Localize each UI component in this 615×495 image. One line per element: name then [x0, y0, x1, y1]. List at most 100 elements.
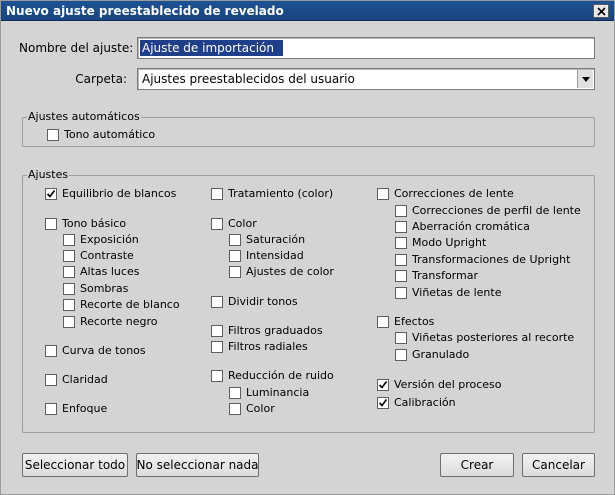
checkbox-setting[interactable]: Reducción de ruido [211, 369, 334, 383]
checkbox-box[interactable] [377, 188, 389, 200]
cancel-button[interactable]: Cancelar [522, 453, 595, 477]
checkbox-setting[interactable]: Intensidad [229, 249, 304, 263]
checkbox-box[interactable] [395, 287, 407, 299]
checkbox-setting[interactable]: Altas luces [63, 265, 139, 279]
checkbox-box[interactable] [211, 341, 223, 353]
checkbox-setting[interactable]: Recorte negro [63, 315, 158, 329]
checkbox-setting[interactable]: Saturación [229, 233, 305, 247]
checkbox-box[interactable] [229, 387, 241, 399]
checkbox-setting[interactable]: Sombras [63, 282, 128, 296]
checkbox-setting[interactable]: Contraste [63, 249, 134, 263]
checkbox-box[interactable] [63, 250, 75, 262]
checkbox-box[interactable] [45, 374, 57, 386]
folder-select[interactable]: Ajustes preestablecidos del usuario [137, 68, 595, 90]
checkbox-box[interactable] [395, 270, 407, 282]
checkbox-setting[interactable]: Viñetas posteriores al recorte [395, 331, 574, 345]
checkbox-box[interactable] [63, 299, 75, 311]
checkbox-box[interactable] [229, 234, 241, 246]
checkbox-box[interactable] [211, 218, 223, 230]
dialog-title: Nuevo ajuste preestablecido de revelado [6, 4, 284, 18]
checkbox-box[interactable] [45, 218, 57, 230]
checkbox-setting[interactable]: Tratamiento (color) [211, 187, 333, 201]
folder-dropdown-button[interactable] [577, 70, 593, 88]
checkbox-label: Recorte negro [80, 315, 158, 328]
checkbox-setting[interactable]: Versión del proceso [377, 378, 502, 392]
checkbox-box[interactable] [47, 129, 59, 141]
checkbox-box[interactable] [45, 345, 57, 357]
checkbox-box[interactable] [45, 188, 57, 200]
checkbox-box[interactable] [395, 349, 407, 361]
checkbox-setting[interactable]: Color [211, 217, 257, 231]
checkbox-box[interactable] [63, 234, 75, 246]
checkbox-label: Aberración cromática [412, 220, 530, 233]
checkbox-setting[interactable]: Ajustes de color [229, 265, 334, 279]
checkbox-setting[interactable]: Luminancia [229, 386, 309, 400]
checkbox-setting[interactable]: Curva de tonos [45, 344, 146, 358]
checkbox-label: Saturación [246, 233, 306, 246]
checkbox-setting[interactable]: Filtros radiales [211, 340, 308, 354]
checkbox-setting[interactable]: Viñetas de lente [395, 286, 501, 300]
checkbox-box[interactable] [229, 250, 241, 262]
checkbox-setting[interactable]: Transformaciones de Upright [395, 253, 570, 267]
close-button[interactable] [593, 4, 609, 18]
checkbox-setting[interactable]: Modo Upright [395, 236, 486, 250]
checkbox-label: Recorte de blanco [80, 298, 180, 311]
checkbox-setting[interactable]: Enfoque [45, 402, 107, 416]
checkbox-label: Correcciones de lente [394, 187, 514, 200]
checkbox-box[interactable] [377, 397, 389, 409]
checkmark-icon [378, 399, 388, 407]
checkbox-box[interactable] [63, 266, 75, 278]
checkbox-setting[interactable]: Tono básico [45, 217, 126, 231]
checkbox-label: Contraste [80, 249, 134, 262]
checkbox-box[interactable] [229, 403, 241, 415]
preset-name-field[interactable] [137, 37, 595, 59]
preset-name-input[interactable] [140, 40, 283, 56]
checkbox-box[interactable] [395, 332, 407, 344]
checkbox-setting[interactable]: Calibración [377, 396, 456, 410]
checkbox-box[interactable] [45, 403, 57, 415]
checkbox-setting[interactable]: Transformar [395, 269, 478, 283]
checkbox-box[interactable] [63, 283, 75, 295]
checkbox-box[interactable] [395, 254, 407, 266]
checkbox-label: Sombras [80, 282, 129, 295]
checkbox-label: Tratamiento (color) [228, 187, 334, 200]
checkbox-box[interactable] [63, 316, 75, 328]
checkbox-box[interactable] [377, 379, 389, 391]
title-bar[interactable]: Nuevo ajuste preestablecido de revelado [1, 1, 614, 21]
create-button[interactable]: Crear [440, 453, 514, 477]
checkbox-setting[interactable]: Equilibrio de blancos [45, 187, 176, 201]
checkbox-label: Equilibrio de blancos [62, 187, 177, 200]
checkbox-label: Tono básico [62, 217, 127, 230]
checkbox-setting[interactable]: Exposición [63, 233, 139, 247]
checkbox-box[interactable] [395, 205, 407, 217]
checkbox-setting[interactable]: Aberración cromática [395, 220, 530, 234]
checkbox-setting[interactable]: Claridad [45, 373, 108, 387]
checkbox-setting[interactable]: Dividir tonos [211, 295, 298, 309]
checkbox-box[interactable] [377, 316, 389, 328]
checkbox-setting[interactable]: Granulado [395, 348, 469, 362]
checkbox-box[interactable] [211, 188, 223, 200]
checkbox-setting[interactable]: Efectos [377, 315, 434, 329]
checkbox-box[interactable] [395, 221, 407, 233]
checkbox-box[interactable] [229, 266, 241, 278]
checkbox-label: Transformar [412, 269, 478, 282]
checkbox-auto-tone[interactable]: Tono automático [47, 128, 155, 142]
close-icon [596, 6, 606, 16]
settings-legend: Ajustes [27, 168, 70, 181]
checkbox-setting[interactable]: Correcciones de lente [377, 187, 514, 201]
checkbox-setting[interactable]: Correcciones de perfil de lente [395, 204, 581, 218]
checkbox-box[interactable] [211, 370, 223, 382]
checkbox-box[interactable] [395, 237, 407, 249]
checkbox-setting[interactable]: Recorte de blanco [63, 298, 180, 312]
checkbox-label: Curva de tonos [62, 344, 146, 357]
chevron-down-icon [581, 76, 590, 82]
checkbox-setting[interactable]: Filtros graduados [211, 324, 323, 338]
auto-settings-legend: Ajustes automáticos [27, 110, 141, 123]
checkbox-box[interactable] [211, 296, 223, 308]
checkbox-setting[interactable]: Color [229, 402, 275, 416]
checkbox-label: Intensidad [246, 249, 304, 262]
select-all-button[interactable]: Seleccionar todo [22, 453, 128, 477]
checkbox-box[interactable] [211, 325, 223, 337]
select-none-button[interactable]: No seleccionar nada [136, 453, 259, 477]
checkbox-label: Color [246, 402, 275, 415]
